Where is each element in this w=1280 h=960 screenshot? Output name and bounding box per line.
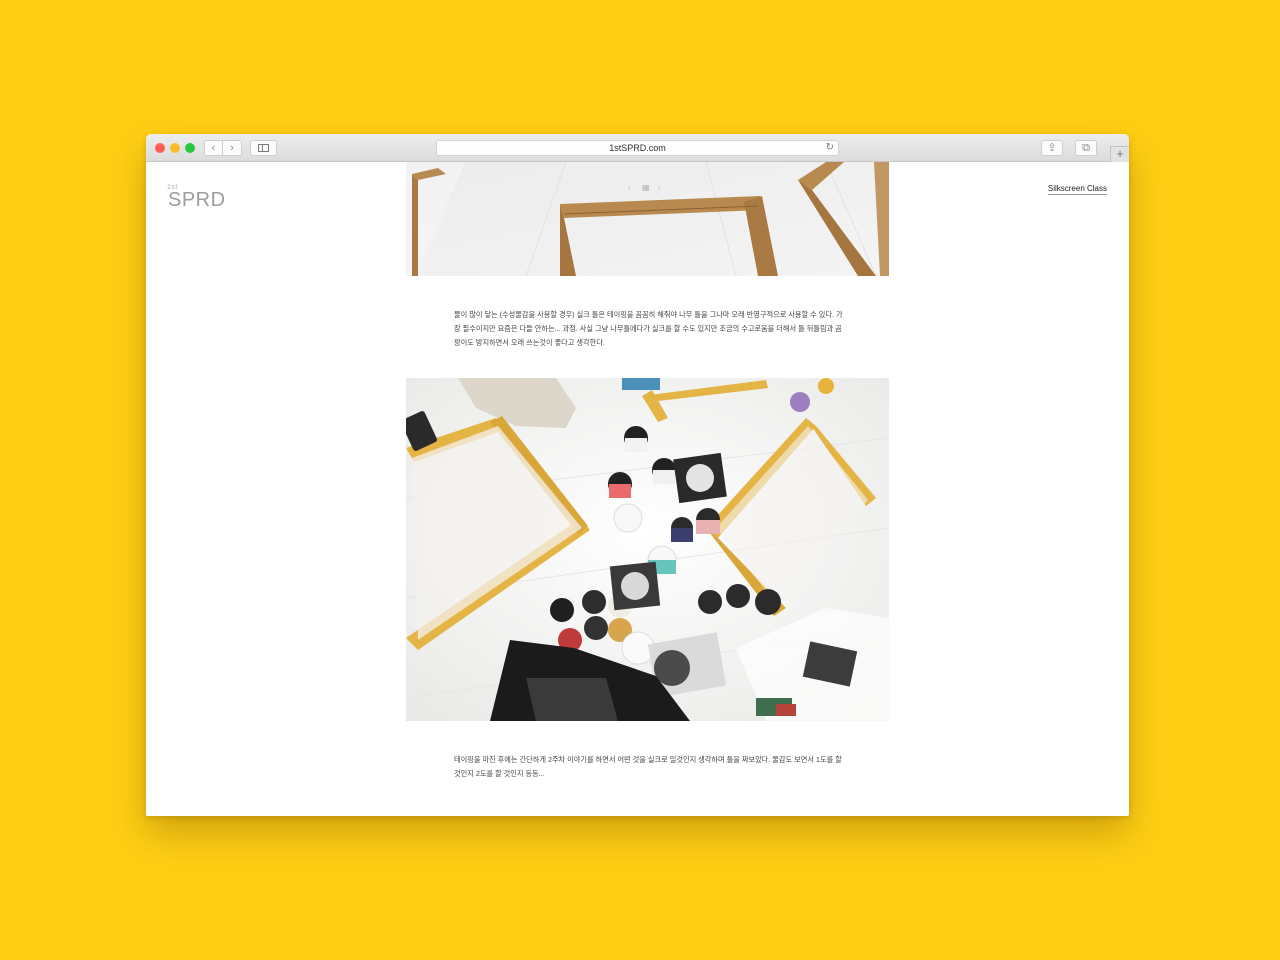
gallery-prev-icon[interactable]: ‹ — [628, 183, 631, 192]
sidebar-toggle-button[interactable] — [250, 140, 277, 156]
minimize-window-button[interactable] — [170, 143, 180, 153]
forward-button[interactable]: › — [223, 140, 242, 156]
article-paragraph: 테이핑을 마친 후에는 간단하게 2주차 이야기를 하면서 어떤 것을 실크로 … — [454, 755, 842, 778]
share-icon: ⇪ — [1047, 142, 1057, 154]
sidebar-icon — [258, 144, 269, 152]
browser-toolbar: ‹ › 1stSPRD.com ↻ ⇪ ⧉ + — [146, 134, 1129, 162]
show-tabs-button[interactable]: ⧉ — [1075, 140, 1097, 156]
reload-icon[interactable]: ↻ — [826, 141, 834, 155]
browser-window: ‹ › 1stSPRD.com ↻ ⇪ ⧉ + 1st SPRD Silkscr… — [146, 134, 1129, 816]
silkscreen-supplies-image — [406, 378, 889, 721]
close-window-button[interactable] — [155, 143, 165, 153]
gallery-grid-icon[interactable]: ▦ — [642, 183, 650, 192]
tabs-icon: ⧉ — [1082, 142, 1090, 154]
site-logo[interactable]: 1st SPRD — [167, 184, 237, 211]
gallery-next-icon[interactable]: › — [658, 183, 661, 192]
wooden-frames-image: ‹ ▦ › — [406, 162, 889, 276]
article-paragraph: 물이 많이 닿는 (수성물감을 사용할 경우) 실크 틀은 테이핑을 꼼꼼히 해… — [454, 310, 843, 347]
url-text: 1stSPRD.com — [609, 143, 666, 153]
new-tab-icon: + — [1116, 146, 1124, 161]
logo-wordmark: SPRD — [168, 189, 226, 211]
zoom-window-button[interactable] — [185, 143, 195, 153]
back-button[interactable]: ‹ — [204, 140, 223, 156]
new-tab-button[interactable]: + — [1110, 146, 1129, 162]
back-icon: ‹ — [211, 142, 216, 154]
photo-silkscreen-supplies — [406, 378, 889, 721]
share-button[interactable]: ⇪ — [1041, 140, 1063, 156]
photo-wooden-frames: ‹ ▦ › — [406, 162, 889, 276]
address-bar[interactable]: 1stSPRD.com ↻ — [436, 140, 839, 156]
silkscreen-class-link[interactable]: Silkscreen Class — [1047, 184, 1107, 195]
forward-icon: › — [230, 142, 234, 154]
page-content: 1st SPRD Silkscreen Class ‹ ▦ › 물이 많이 닿는… — [146, 162, 1129, 816]
